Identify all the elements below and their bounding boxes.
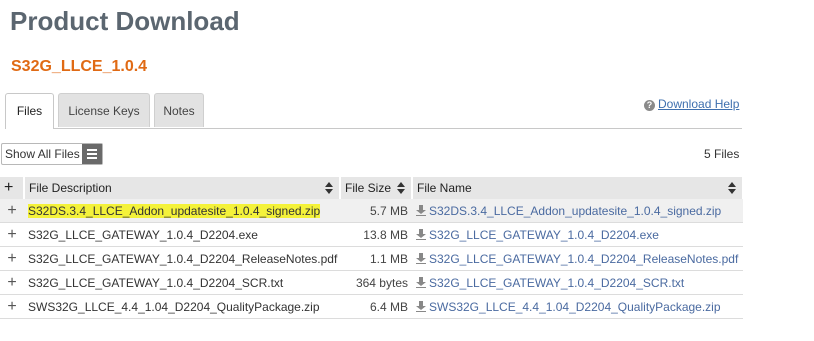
plus-icon: +: [7, 201, 17, 219]
file-name: S32G_LLCE_GATEWAY_1.0.4_D2204_ReleaseNot…: [429, 251, 739, 266]
file-size: 6.4 MB: [340, 294, 412, 319]
file-description-cell: S32G_LLCE_GATEWAY_1.0.4_D2204.exe: [24, 222, 340, 247]
file-name-cell: S32G_LLCE_GATEWAY_1.0.4_D2204_ReleaseNot…: [412, 246, 743, 271]
column-header-size[interactable]: File Size: [340, 177, 413, 199]
file-count: 5 Files: [704, 147, 740, 161]
file-name-cell: S32DS.3.4_LLCE_Addon_updatesite_1.0.4_si…: [412, 199, 743, 223]
table-header-row: + File Description File Size File Name: [0, 177, 744, 199]
file-name-cell: SWS32G_LLCE_4.4_1.04_D2204_QualityPackag…: [412, 294, 743, 319]
file-description-cell: S32G_LLCE_GATEWAY_1.0.4_D2204_ReleaseNot…: [24, 246, 340, 271]
tabs-divider: [54, 128, 742, 129]
file-download-link[interactable]: S32G_LLCE_GATEWAY_1.0.4_D2204.exe: [416, 228, 659, 242]
tab-notes[interactable]: Notes: [154, 93, 204, 127]
tab-license-keys[interactable]: License Keys: [58, 93, 150, 127]
plus-icon: +: [7, 297, 17, 315]
tab-files[interactable]: Files: [5, 93, 54, 129]
expand-row-button[interactable]: +: [0, 222, 24, 247]
file-name: S32G_LLCE_GATEWAY_1.0.4_D2204.exe: [429, 227, 659, 242]
menu-icon: [82, 144, 102, 164]
file-name: S32G_LLCE_GATEWAY_1.0.4_D2204_SCR.txt: [429, 275, 685, 290]
file-download-link[interactable]: S32G_LLCE_GATEWAY_1.0.4_D2204_ReleaseNot…: [416, 252, 738, 266]
file-description: S32DS.3.4_LLCE_Addon_updatesite_1.0.4_si…: [28, 203, 321, 218]
file-name: SWS32G_LLCE_4.4_1.04_D2204_QualityPackag…: [429, 299, 721, 314]
files-table: + File Description File Size File Name +…: [0, 177, 744, 319]
help-icon: ?: [644, 100, 655, 111]
file-description: SWS32G_LLCE_4.4_1.04_D2204_QualityPackag…: [28, 299, 320, 314]
show-all-files-label: Show All Files: [5, 147, 80, 161]
file-name-cell: S32G_LLCE_GATEWAY_1.0.4_D2204_SCR.txt: [412, 270, 743, 295]
file-description: S32G_LLCE_GATEWAY_1.0.4_D2204_ReleaseNot…: [28, 251, 338, 266]
column-size-label: File Size: [345, 181, 392, 195]
expand-all-header[interactable]: +: [0, 177, 25, 199]
expand-row-button[interactable]: +: [0, 246, 24, 271]
file-size: 1.1 MB: [340, 246, 412, 271]
table-row: + SWS32G_LLCE_4.4_1.04_D2204_QualityPacka…: [0, 294, 743, 319]
table-row: + S32G_LLCE_GATEWAY_1.0.4_D2204_ReleaseNo…: [0, 246, 743, 271]
file-name: S32DS.3.4_LLCE_Addon_updatesite_1.0.4_si…: [429, 203, 722, 218]
plus-icon: +: [7, 249, 17, 267]
column-header-description[interactable]: File Description: [24, 177, 341, 199]
download-icon: [416, 276, 429, 290]
product-name: S32G_LLCE_1.0.4: [11, 58, 148, 75]
file-description-cell: S32DS.3.4_LLCE_Addon_updatesite_1.0.4_si…: [24, 199, 340, 223]
column-description-label: File Description: [29, 181, 112, 195]
download-icon: [416, 252, 429, 266]
expand-row-button[interactable]: +: [0, 199, 24, 223]
download-icon: [416, 204, 429, 218]
expand-row-button[interactable]: +: [0, 270, 24, 295]
file-download-link[interactable]: SWS32G_LLCE_4.4_1.04_D2204_QualityPackag…: [416, 300, 721, 314]
file-download-link[interactable]: S32DS.3.4_LLCE_Addon_updatesite_1.0.4_si…: [416, 204, 721, 218]
file-size: 13.8 MB: [340, 222, 412, 247]
column-name-label: File Name: [417, 181, 472, 195]
plus-icon: +: [7, 273, 17, 291]
table-row: + S32G_LLCE_GATEWAY_1.0.4_D2204_SCR.txt 36…: [0, 270, 743, 295]
file-description-cell: S32G_LLCE_GATEWAY_1.0.4_D2204_SCR.txt: [24, 270, 340, 295]
file-download-link[interactable]: S32G_LLCE_GATEWAY_1.0.4_D2204_SCR.txt: [416, 276, 684, 290]
plus-icon: +: [4, 179, 14, 196]
table-row: + S32G_LLCE_GATEWAY_1.0.4_D2204.exe 13.8 M…: [0, 222, 743, 247]
download-help-label: Download Help: [658, 97, 740, 111]
column-header-name[interactable]: File Name: [412, 177, 744, 199]
sort-icon[interactable]: [728, 182, 736, 194]
file-description: S32G_LLCE_GATEWAY_1.0.4_D2204_SCR.txt: [28, 275, 284, 290]
expand-row-button[interactable]: +: [0, 294, 24, 319]
file-size: 5.7 MB: [340, 199, 412, 223]
file-description: S32G_LLCE_GATEWAY_1.0.4_D2204.exe: [28, 227, 258, 242]
sort-icon[interactable]: [325, 182, 333, 194]
page-title: Product Download: [10, 6, 240, 36]
sort-icon[interactable]: [397, 182, 405, 194]
file-size: 364 bytes: [340, 270, 412, 295]
plus-icon: +: [7, 225, 17, 243]
file-name-cell: S32G_LLCE_GATEWAY_1.0.4_D2204.exe: [412, 222, 743, 247]
download-help-link[interactable]: ? Download Help: [644, 97, 739, 111]
download-icon: [416, 300, 429, 314]
show-all-files-button[interactable]: Show All Files: [1, 143, 103, 165]
file-description-cell: SWS32G_LLCE_4.4_1.04_D2204_QualityPackag…: [24, 294, 340, 319]
download-icon: [416, 228, 429, 242]
table-row: + S32DS.3.4_LLCE_Addon_updatesite_1.0.4_s…: [0, 199, 743, 223]
